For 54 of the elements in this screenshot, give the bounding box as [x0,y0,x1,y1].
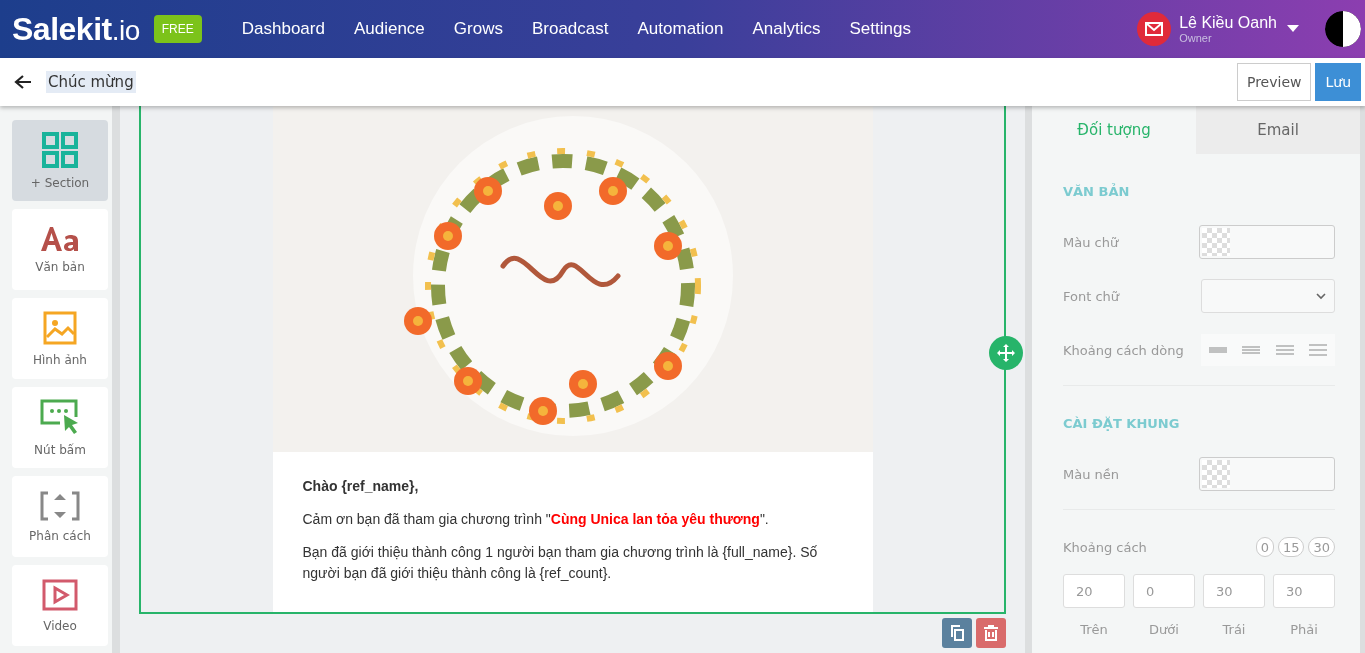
user-name[interactable]: Lê Kiều Oanh [1179,14,1277,32]
video-icon [42,578,78,611]
field-label: Khoảng cách dòng [1063,342,1184,358]
cursor-click-icon [40,398,80,435]
nav-link[interactable]: Grows [453,19,503,39]
move-icon [996,343,1016,363]
logo[interactable]: Salekit.io [12,10,140,48]
color-picker[interactable] [1199,457,1335,491]
block-item[interactable]: Văn bản [12,209,108,290]
nav-link[interactable]: Settings [849,19,911,39]
nav-link[interactable]: Analytics [752,19,821,39]
font-icon [40,225,80,252]
color-picker[interactable] [1199,225,1335,259]
field-label: Font chữ [1063,288,1120,304]
mail-icon[interactable] [1137,12,1172,46]
delete-button[interactable] [976,618,1006,648]
block-item[interactable]: Video [12,565,108,646]
back-icon[interactable] [14,74,32,90]
nav-link[interactable]: Audience [353,19,425,39]
field-label: Trên [1079,622,1109,637]
panel-tab[interactable]: Email [1196,106,1360,154]
greeting-text: Chào {ref_name}, [302,477,420,496]
save-button[interactable]: Lưu [1315,63,1361,101]
copy-icon [949,625,965,641]
image-icon [43,310,77,345]
section-heading: CÀI ĐẶT KHUNG [1063,416,1181,431]
block-item[interactable]: Hình ảnh [12,298,108,379]
field-label: Dưới [1148,622,1180,637]
avatar[interactable] [1325,11,1361,47]
body-paragraph: Cảm ơn bạn đã tham gia chương trình "Cùng Unica lan tỏa yêu thương". [302,510,770,529]
body-paragraph: Bạn đã giới thiệu thành công 1 người bạn tham gia chương trình là {full_name}. Số người bạn đã giới thiệu thành công là {ref_count}. [302,543,819,583]
field-label: Màu nền [1063,466,1120,482]
grid-icon [42,131,78,168]
nav-link[interactable]: Dashboard [241,19,325,39]
plan-badge: FREE [153,15,202,43]
copy-button[interactable] [942,618,972,648]
user-role: Owner [1179,32,1213,44]
nav-link[interactable]: Broadcast [531,19,609,39]
trash-icon [983,625,999,641]
caret-icon[interactable] [1287,25,1299,33]
section-heading: VĂN BẢN [1063,184,1131,199]
preview-button[interactable]: Preview [1236,63,1312,101]
field-label: Trái [1221,622,1247,637]
chevron-down-icon [1316,292,1326,300]
block-item[interactable]: + Section [12,120,108,201]
field-label: Phải [1289,622,1319,637]
field-label: Màu chữ [1063,234,1119,250]
block-item[interactable]: Phân cách [12,476,108,557]
field-label: Khoảng cách [1063,539,1147,555]
divider-icon [40,490,80,521]
move-handle[interactable] [989,336,1023,370]
block-item[interactable]: Nút bấm [12,387,108,468]
nav-link[interactable]: Automation [637,19,724,39]
page-title[interactable]: Chúc mừng [46,71,136,93]
